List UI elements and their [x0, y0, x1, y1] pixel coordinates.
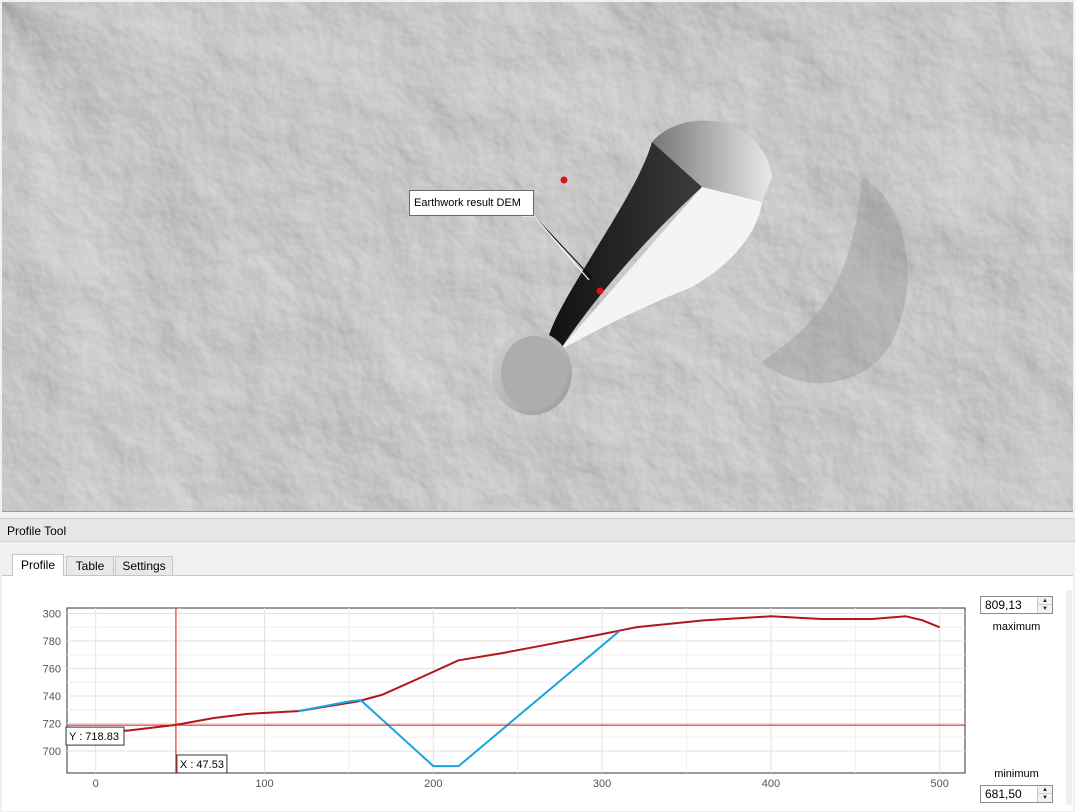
- minimum-spinbox[interactable]: 681,50 ▲ ▼: [980, 785, 1053, 803]
- x-tick-label: 300: [593, 778, 611, 790]
- y-tick-label: 720: [43, 719, 61, 731]
- y-tick-label: 300: [43, 609, 61, 621]
- maximum-label: maximum: [992, 621, 1041, 633]
- plot-area[interactable]: [66, 607, 966, 774]
- profile-chart[interactable]: 0 100 200 300 400 500 700 720 740 760 780 300 Y : 71…: [2, 576, 1073, 812]
- x-tick-label: 0: [93, 778, 99, 790]
- x-tick-label: 100: [255, 778, 273, 790]
- tab-profile[interactable]: Profile: [12, 554, 64, 576]
- dock-scrollbar[interactable]: [1066, 590, 1072, 805]
- spin-up-icon[interactable]: ▲: [1038, 597, 1052, 605]
- terrain-relief: [2, 2, 1073, 511]
- maximum-value: 809,13: [985, 598, 1022, 612]
- map-callout-label: Earthwork result DEM: [409, 190, 534, 216]
- map-canvas[interactable]: Earthwork result DEM: [2, 2, 1073, 512]
- spin-down-icon[interactable]: ▼: [1038, 794, 1052, 802]
- y-tick-label: 740: [43, 691, 61, 703]
- y-tick-label: 780: [43, 636, 61, 648]
- profile-point-marker[interactable]: [560, 176, 568, 184]
- y-tick-label: 760: [43, 664, 61, 676]
- y-tick-label: 700: [43, 746, 61, 758]
- spin-down-icon[interactable]: ▼: [1038, 605, 1052, 613]
- tab-settings[interactable]: Settings: [115, 556, 173, 576]
- tab-table[interactable]: Table: [66, 556, 114, 576]
- maximum-spinbox[interactable]: 809,13 ▲ ▼: [980, 596, 1053, 614]
- x-tick-label: 200: [424, 778, 442, 790]
- profile-tab-pane: 0 100 200 300 400 500 700 720 740 760 780 300 Y : 71…: [2, 575, 1073, 811]
- spin-up-icon[interactable]: ▲: [1038, 786, 1052, 794]
- x-tick-label: 400: [762, 778, 780, 790]
- x-tick-label: 500: [931, 778, 949, 790]
- minimum-label: minimum: [994, 768, 1039, 780]
- cursor-y-readout: Y : 718.83: [69, 731, 119, 743]
- profile-point-marker[interactable]: [596, 287, 604, 295]
- dock-title: Profile Tool: [0, 518, 1075, 542]
- cursor-x-readout: X : 47.53: [180, 759, 224, 771]
- hillshade-dem-layer: [2, 2, 1073, 511]
- minimum-value: 681,50: [985, 787, 1022, 801]
